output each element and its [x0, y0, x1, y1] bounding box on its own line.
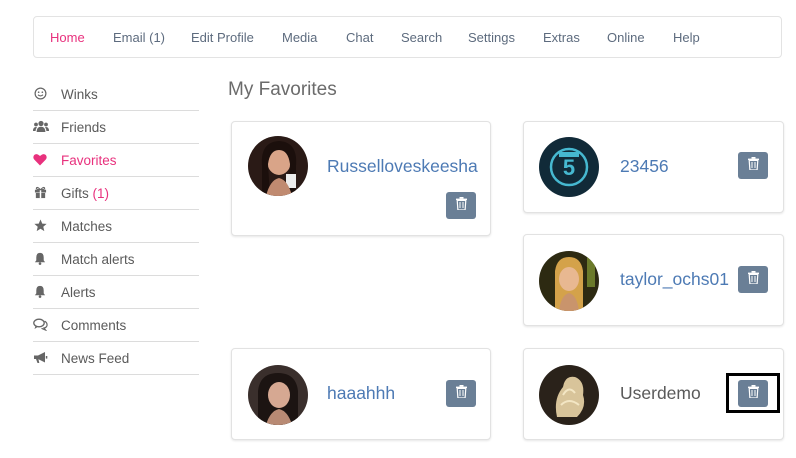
bell-icon: [33, 284, 47, 298]
sidebar-item-label: Favorites: [61, 153, 117, 168]
nav-settings[interactable]: Settings: [468, 30, 515, 45]
sidebar-item-label: News Feed: [61, 351, 130, 366]
sidebar-item-label: Friends: [61, 120, 107, 135]
sidebar-item-label: Comments: [61, 318, 127, 333]
users-icon: [33, 119, 49, 133]
sidebar-item-label: Gifts (1): [61, 186, 110, 201]
nav-search[interactable]: Search: [401, 30, 442, 45]
trash-icon: [455, 196, 467, 215]
heart-icon: [33, 152, 47, 166]
favorite-card: taylor_ochs01: [523, 234, 784, 326]
favorite-username-link[interactable]: haaahhh: [327, 383, 395, 404]
nav-chat[interactable]: Chat: [346, 30, 373, 45]
sidebar-item-favorites[interactable]: Favorites: [33, 144, 199, 177]
remove-favorite-button[interactable]: [446, 192, 476, 219]
highlight-box: [726, 373, 780, 413]
page-title: My Favorites: [228, 79, 337, 100]
sidebar-item-winks[interactable]: Winks: [33, 78, 199, 111]
nav-email[interactable]: Email (1): [113, 30, 165, 45]
avatar[interactable]: [539, 251, 599, 311]
sidebar-item-comments[interactable]: Comments: [33, 309, 199, 342]
smile-icon: [33, 86, 47, 100]
top-navigation: Home Email (1) Edit Profile Media Chat S…: [33, 16, 782, 58]
nav-media[interactable]: Media: [282, 30, 317, 45]
favorite-username-link[interactable]: 23456: [620, 156, 669, 177]
avatar[interactable]: [248, 136, 308, 196]
favorite-card: Russelloveskeesha: [231, 121, 491, 236]
nav-edit-profile[interactable]: Edit Profile: [191, 30, 254, 45]
remove-favorite-button[interactable]: [446, 380, 476, 407]
nav-help[interactable]: Help: [673, 30, 700, 45]
sidebar-item-matches[interactable]: Matches: [33, 210, 199, 243]
favorite-card: haaahhh: [231, 348, 491, 440]
sidebar-item-label: Alerts: [61, 285, 96, 300]
remove-favorite-button[interactable]: [738, 152, 768, 179]
favorite-username-link[interactable]: taylor_ochs01: [620, 269, 729, 290]
favorite-card: 5 23456: [523, 121, 784, 213]
sidebar-item-gifts[interactable]: Gifts (1): [33, 177, 199, 210]
trash-icon: [747, 270, 759, 289]
sidebar-item-friends[interactable]: Friends: [33, 111, 199, 144]
favorite-username-link[interactable]: Russelloveskeesha: [327, 156, 478, 177]
bell-icon: [33, 251, 47, 265]
sidebar-item-match-alerts[interactable]: Match alerts: [33, 243, 199, 276]
trash-icon: [747, 156, 759, 175]
sidebar-item-label: Matches: [61, 219, 113, 234]
avatar[interactable]: [248, 365, 308, 425]
nav-online[interactable]: Online: [607, 30, 645, 45]
gift-icon: [33, 185, 47, 199]
gifts-count-badge: (1): [92, 186, 110, 201]
comments-icon: [33, 317, 48, 331]
avatar[interactable]: [539, 365, 599, 425]
bullhorn-icon: [33, 350, 48, 364]
sidebar-item-alerts[interactable]: Alerts: [33, 276, 199, 309]
star-icon: [33, 218, 47, 232]
sidebar: Winks Friends Favorites Gifts (1) Matche…: [33, 78, 199, 375]
trash-icon: [455, 384, 467, 403]
sidebar-item-label: Winks: [61, 87, 98, 102]
avatar[interactable]: 5: [539, 137, 599, 197]
favorite-username-link[interactable]: Userdemo: [620, 383, 701, 404]
nav-extras[interactable]: Extras: [543, 30, 580, 45]
svg-text:5: 5: [563, 155, 575, 180]
nav-home[interactable]: Home: [50, 30, 85, 45]
sidebar-item-news-feed[interactable]: News Feed: [33, 342, 199, 375]
sidebar-item-label: Match alerts: [61, 252, 135, 267]
remove-favorite-button[interactable]: [738, 266, 768, 293]
